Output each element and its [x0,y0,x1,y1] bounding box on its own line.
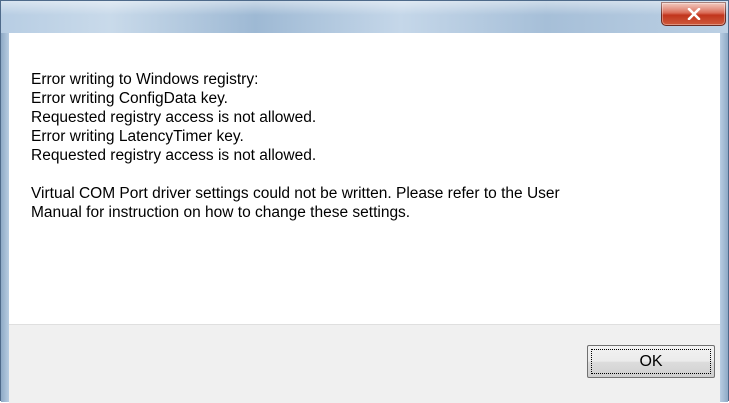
message-line: Requested registry access is not allowed… [31,109,317,126]
title-bar[interactable] [1,1,728,33]
message-line: Error writing to Windows registry: [31,71,259,88]
ok-button[interactable]: OK [587,345,715,378]
message-line: Manual for instruction on how to change … [31,204,411,221]
error-message: Error writing to Windows registry: Error… [31,70,711,222]
close-button[interactable] [661,2,726,26]
message-line: Requested registry access is not allowed… [31,147,317,164]
message-line: Virtual COM Port driver settings could n… [31,185,560,202]
window-frame-left [1,33,9,402]
error-dialog: Error writing to Windows registry: Error… [0,0,729,403]
message-line: Error writing LatencyTimer key. [31,128,244,145]
close-icon [687,8,701,20]
dialog-footer: OK [9,324,720,403]
message-line: Error writing ConfigData key. [31,90,228,107]
window-frame-right [720,33,728,402]
